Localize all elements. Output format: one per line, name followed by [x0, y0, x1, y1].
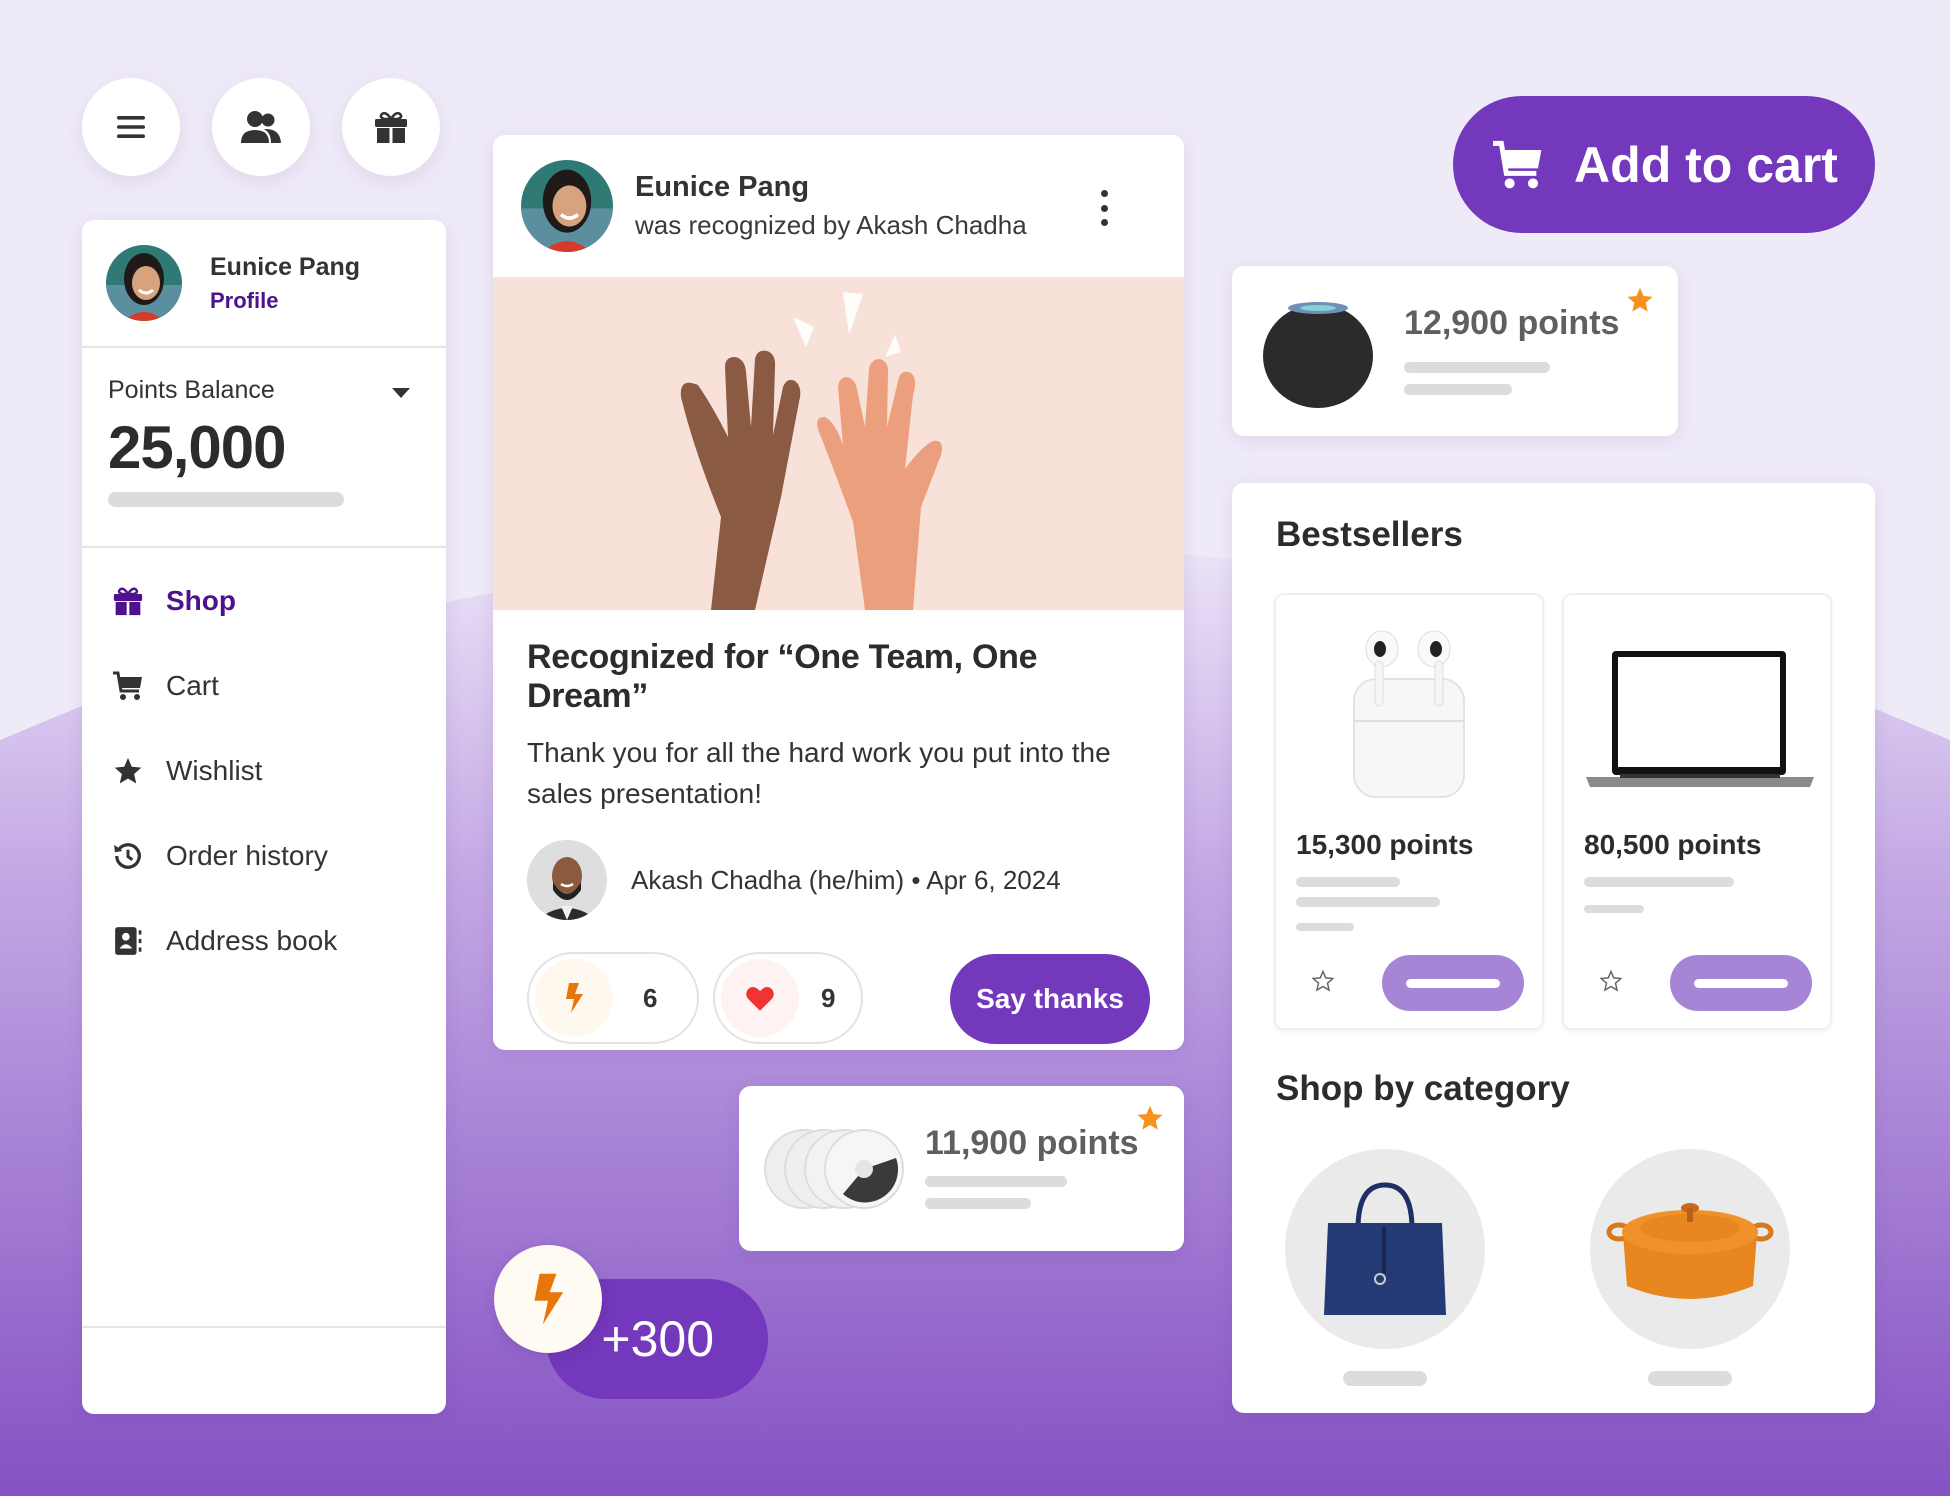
sidebar-item-label: Shop: [166, 584, 236, 616]
cart-icon: [1493, 140, 1542, 188]
sidebar-item-address-book[interactable]: Address book: [82, 898, 446, 983]
users-icon: [241, 111, 281, 143]
boost-reaction-button[interactable]: 6: [527, 952, 699, 1044]
heart-reaction-button[interactable]: 9: [713, 952, 863, 1044]
hamburger-icon: [117, 116, 145, 138]
item-points: 12,900 points: [1404, 304, 1620, 342]
category-cookware[interactable]: [1590, 1149, 1790, 1349]
skeleton-line: [1584, 905, 1644, 913]
sidebar-item-cart[interactable]: Cart: [82, 643, 446, 728]
dutch-oven-image: [1606, 1203, 1774, 1299]
sidebar-item-label: Wishlist: [166, 754, 263, 786]
favorite-star-icon[interactable]: [1136, 1104, 1164, 1132]
featured-item-trackers[interactable]: 11,900 points: [739, 1086, 1184, 1251]
profile-link[interactable]: Profile: [210, 288, 360, 314]
recipient-name: Eunice Pang: [635, 171, 810, 203]
earbuds-image: [1353, 630, 1465, 798]
add-to-cart-label: Add to cart: [1574, 136, 1838, 193]
add-to-cart-pill-button[interactable]: [1670, 955, 1812, 1011]
points-balance: Points Balance 25,000: [82, 348, 446, 548]
boost-count: 6: [643, 982, 658, 1013]
skeleton-line: [1404, 362, 1550, 373]
favorite-star-outline-icon[interactable]: [1312, 970, 1334, 992]
favorite-star-outline-icon[interactable]: [1600, 970, 1622, 992]
say-thanks-button[interactable]: Say thanks: [950, 954, 1150, 1044]
more-options-icon[interactable]: [1094, 190, 1114, 226]
star-icon: [112, 755, 144, 787]
giver-info: Akash Chadha (he/him) • Apr 6, 2024: [631, 864, 1061, 895]
sidebar-item-label: Address book: [166, 924, 338, 956]
skeleton-line: [1296, 923, 1354, 931]
heart-icon: [721, 959, 799, 1037]
sidebar-item-label: Cart: [166, 669, 219, 701]
bestseller-points: 15,300 points: [1296, 829, 1474, 860]
skeleton-line: [925, 1176, 1067, 1187]
category-bags[interactable]: [1285, 1149, 1485, 1349]
skeleton-line: [1296, 897, 1440, 907]
sidebar-item-wishlist[interactable]: Wishlist: [82, 728, 446, 813]
laptop-image: [1586, 651, 1814, 787]
user-name: Eunice Pang: [210, 252, 361, 281]
recognition-header: Eunice Pang was recognized by Akash Chad…: [493, 135, 1184, 277]
high-five-image: [493, 277, 1184, 610]
sidebar-item-shop[interactable]: Shop: [82, 558, 446, 643]
gift-icon: [375, 111, 407, 143]
trackers-image: [764, 1129, 904, 1209]
bolt-badge: [494, 1245, 602, 1353]
skeleton-line: [1296, 877, 1400, 887]
bestsellers-title: Bestsellers: [1276, 515, 1463, 554]
shop-panel: Bestsellers 15,300 points 80,500 points: [1232, 483, 1875, 1413]
category-label-placeholder: [1343, 1371, 1427, 1386]
giver-row: Akash Chadha (he/him) • Apr 6, 2024: [527, 840, 1150, 920]
address-book-icon: [112, 925, 144, 957]
people-button[interactable]: [212, 78, 310, 176]
skeleton-line: [1404, 384, 1512, 395]
sidebar-nav: Shop Cart Wishlist Order history Address…: [82, 548, 446, 983]
item-points: 11,900 points: [925, 1124, 1139, 1162]
bolt-icon: [534, 1273, 564, 1325]
gift-icon: [112, 585, 144, 617]
handbag-image: [1324, 1182, 1446, 1315]
points-balance-label: Points Balance: [108, 376, 275, 404]
add-to-cart-pill-button[interactable]: [1382, 955, 1524, 1011]
bestseller-points: 80,500 points: [1584, 829, 1762, 860]
menu-button[interactable]: [82, 78, 180, 176]
user-avatar[interactable]: [106, 245, 182, 321]
speaker-image: [1263, 302, 1373, 408]
heart-count: 9: [821, 982, 836, 1013]
points-balance-value: 25,000: [108, 414, 287, 481]
bestseller-card-laptop[interactable]: 80,500 points: [1562, 593, 1832, 1030]
points-award-value: +300: [601, 1311, 714, 1367]
sidebar-item-order-history[interactable]: Order history: [82, 813, 446, 898]
recognition-card: Eunice Pang was recognized by Akash Chad…: [493, 135, 1184, 1050]
add-to-cart-button[interactable]: Add to cart: [1453, 96, 1875, 233]
recognition-message: Thank you for all the hard work you put …: [527, 737, 1111, 809]
gift-button[interactable]: [342, 78, 440, 176]
giver-avatar[interactable]: [527, 840, 607, 920]
bestseller-card-earbuds[interactable]: 15,300 points: [1274, 593, 1544, 1030]
history-icon: [112, 840, 144, 872]
recognition-subtitle: was recognized by Akash Chadha: [635, 210, 1027, 240]
divider: [82, 1326, 446, 1328]
reaction-bar: 6 9 Say thanks: [527, 952, 1150, 1044]
skeleton-line: [925, 1198, 1031, 1209]
caret-down-icon[interactable]: [392, 388, 410, 398]
bolt-icon: [535, 959, 613, 1037]
recognition-title: Recognized for “One Team, One Dream”: [527, 638, 1038, 715]
profile-header: Eunice Pang Profile: [82, 220, 446, 348]
featured-item-speaker[interactable]: 12,900 points: [1232, 266, 1678, 436]
sidebar: Eunice Pang Profile Points Balance 25,00…: [82, 220, 446, 1414]
recipient-avatar[interactable]: [521, 160, 613, 252]
cart-icon: [112, 670, 144, 702]
skeleton-line: [108, 492, 344, 507]
sidebar-item-label: Order history: [166, 839, 328, 871]
skeleton-line: [1584, 877, 1734, 887]
shop-by-category-title: Shop by category: [1276, 1069, 1570, 1108]
favorite-star-icon[interactable]: [1626, 286, 1654, 314]
category-label-placeholder: [1648, 1371, 1732, 1386]
